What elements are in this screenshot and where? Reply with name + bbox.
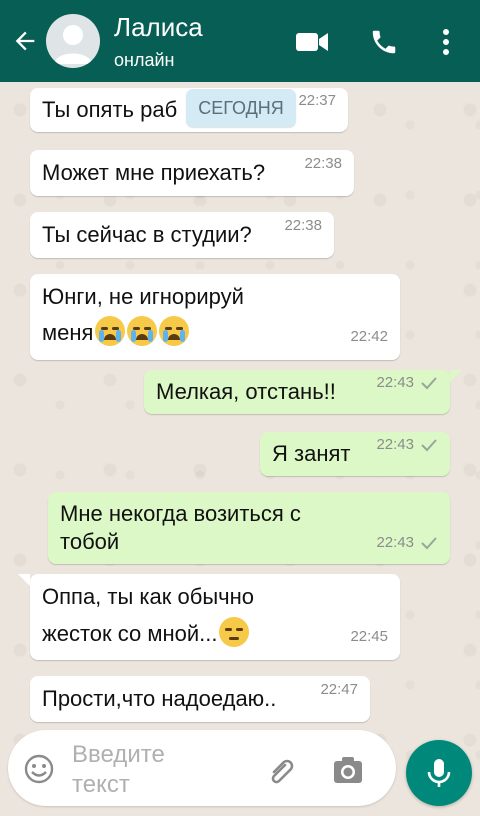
video-call-icon[interactable] [294,24,330,60]
message-text: Прости,что надоедаю.. [42,686,277,711]
message-bubble-incoming[interactable]: Может мне приехать? 22:38 [30,150,354,196]
message-time: 22:38 [304,155,342,172]
back-arrow-icon[interactable] [8,22,42,60]
check-icon [421,439,437,452]
emoji-icon[interactable] [22,752,56,786]
paperclip-icon[interactable] [264,752,300,788]
message-meta: 22:43 [376,528,438,558]
message-bubble-incoming[interactable]: Прости,что надоедаю.. 22:47 [30,676,370,722]
loudly-crying-face-icon [159,316,190,346]
message-text-line-2: жесток со мной... [42,614,388,654]
date-chip: СЕГОДНЯ [186,89,296,127]
message-text-line: Оппа, ты как обычно [42,584,254,609]
message-text: Мелкая, отстань!! [156,379,336,404]
message-bubble-incoming[interactable]: Оппа, ты как обычно жесток со мной... 22… [30,574,400,660]
more-vert-icon[interactable] [428,24,464,60]
message-meta: 22:43 [376,423,438,467]
message-text: Ты сейчас в студии? [42,222,252,247]
message-list[interactable]: Ты опять раб 22:37 СЕГОДНЯ Может мне при… [0,82,480,816]
microphone-icon [427,759,451,787]
message-text: Я занят [272,441,351,466]
message-text: Может мне приехать? [42,160,266,185]
message-bubble-incoming[interactable]: Ты сейчас в студии? 22:38 [30,212,334,258]
message-text: меня [42,320,94,345]
message-time: 22:42 [350,328,388,345]
message-input[interactable]: Введите текст [72,740,212,800]
message-time: 22:47 [320,681,358,698]
placeholder-line: текст [72,771,130,798]
message-meta: 22:43 [376,361,438,405]
chat-header: Лалиса онлайн [0,0,480,82]
message-time: 22:45 [350,628,388,645]
message-composer: Введите текст [8,730,396,806]
phone-icon[interactable] [366,24,402,60]
bubble-tail [18,574,30,586]
loudly-crying-face-icon [127,316,158,346]
contact-status: онлайн [114,50,175,70]
message-text-line-2: меня [42,314,388,352]
microphone-button[interactable] [406,740,472,806]
message-text-line: Юнги, не игнорируй [42,284,244,309]
check-icon [421,537,437,550]
message-bubble-outgoing[interactable]: Мелкая, отстань!! 22:43 [144,370,450,414]
bubble-tail [450,370,462,382]
contact-name[interactable]: Лалиса [114,12,203,43]
pensive-face-icon [219,617,250,647]
message-time: 22:43 [376,436,414,453]
loudly-crying-face-icon [95,316,126,346]
message-bubble-outgoing[interactable]: Я занят 22:43 [260,432,450,476]
message-text: Ты опять раб [42,97,178,122]
message-text: жесток со мной... [42,621,218,646]
message-time: 22:43 [376,534,414,551]
check-icon [421,377,437,390]
avatar[interactable] [46,14,100,68]
message-bubble-incoming[interactable]: Юнги, не игнорируй меня 22:42 [30,274,400,360]
message-time: 22:38 [284,217,322,234]
placeholder-line: Введите [72,741,165,768]
camera-icon[interactable] [330,752,366,788]
message-text-line: Мне некогда возиться с [60,501,301,526]
message-time: 22:37 [298,92,336,109]
message-time: 22:43 [376,374,414,391]
message-bubble-outgoing[interactable]: Мне некогда возиться с тобой 22:43 [48,492,450,564]
